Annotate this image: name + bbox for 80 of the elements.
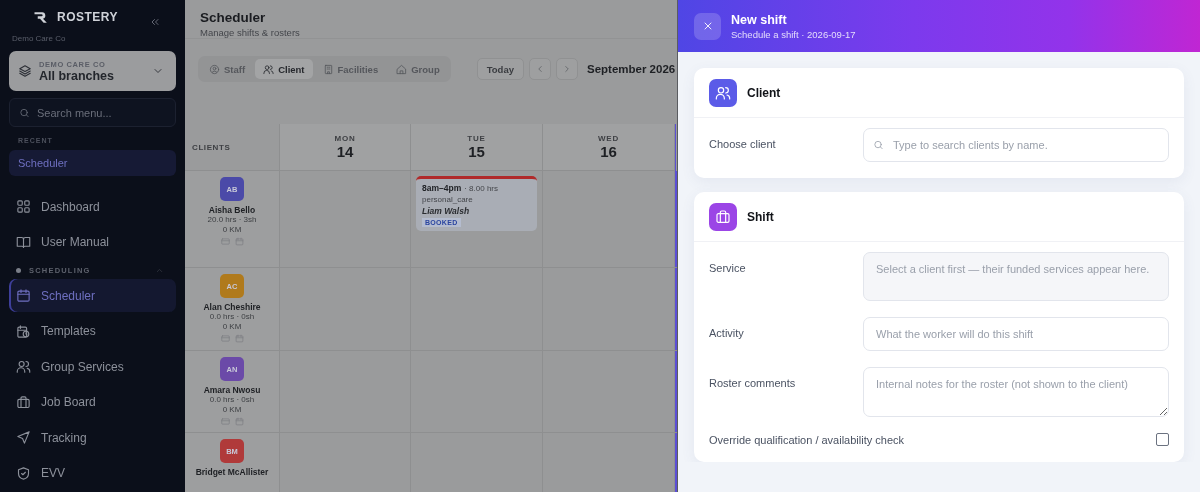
sidebar-item[interactable]: User Manual xyxy=(9,225,176,259)
date-number: 15 xyxy=(468,143,485,160)
field-label: Roster comments xyxy=(709,376,797,389)
page-title: Scheduler xyxy=(200,10,267,25)
weekday-label: WED xyxy=(597,134,620,143)
calendar-icon xyxy=(234,334,244,343)
house-icon xyxy=(396,63,408,75)
client-distance: 0 KM xyxy=(222,225,242,235)
card-title: Shift xyxy=(747,209,774,224)
client-name: Amara Nwosu xyxy=(203,385,261,395)
next-button[interactable] xyxy=(555,58,578,80)
date-number: 16 xyxy=(600,143,617,160)
people-icon xyxy=(709,78,737,107)
weekday-label: TUE xyxy=(467,134,486,143)
client-search-field[interactable]: Type to search clients by name. xyxy=(863,128,1169,162)
template-icon xyxy=(16,323,31,339)
weekday-label: MON xyxy=(334,134,356,143)
layers-icon xyxy=(18,64,32,78)
shift-worker: Liam Walsh xyxy=(422,206,470,216)
calendar-icon xyxy=(234,237,244,246)
bullet-dot xyxy=(16,267,21,273)
users-icon xyxy=(16,359,31,374)
shift-hours: · 8.00 hrs xyxy=(464,184,498,193)
send-icon xyxy=(16,430,31,445)
card-title: Client xyxy=(747,85,781,100)
card-icon xyxy=(220,417,230,426)
field-label: Override qualification / availability check xyxy=(709,433,905,446)
logo-icon xyxy=(33,10,49,24)
shift-time: 8am–4pm xyxy=(422,183,462,193)
sidebar-item[interactable]: Tracking xyxy=(9,421,176,454)
date-number: 14 xyxy=(336,143,354,160)
client-hours: 0.0 hrs · 0sh xyxy=(209,312,255,322)
client-hours: 0.0 hrs · 0sh xyxy=(209,395,255,405)
client-distance: 0 KM xyxy=(222,405,242,415)
branch-value: All branches xyxy=(39,68,116,83)
building-icon xyxy=(322,63,334,75)
brand-name: ROSTERY xyxy=(57,10,119,24)
override-checkbox[interactable] xyxy=(1156,433,1169,446)
sidebar-item[interactable]: Job Board xyxy=(9,385,176,419)
comments-field[interactable]: Internal notes for the roster (not shown to the client) xyxy=(863,367,1169,417)
today-button[interactable]: Today xyxy=(476,58,524,80)
page-subtitle: Manage shifts & rosters xyxy=(200,27,301,38)
shield-icon xyxy=(16,465,31,481)
person-circle-icon xyxy=(209,63,220,75)
field-label: Choose client xyxy=(709,137,777,150)
organization-name: Demo Care Co xyxy=(12,34,67,43)
collapse-sidebar-button[interactable] xyxy=(149,16,161,28)
sidebar-item[interactable]: Dashboard xyxy=(9,190,176,223)
calendar-icon xyxy=(16,288,31,303)
card-icon xyxy=(220,237,230,246)
view-tab[interactable]: Client xyxy=(255,59,313,79)
client-name: Bridget McAllister xyxy=(195,467,269,477)
sidebar-item[interactable]: Templates xyxy=(9,314,176,348)
recent-item[interactable]: Scheduler xyxy=(9,150,176,176)
field-label: Activity xyxy=(709,326,745,339)
sidebar-item[interactable]: EVV xyxy=(9,456,176,490)
grid-icon xyxy=(16,199,31,214)
shift-service: personal_care xyxy=(422,195,473,204)
briefcase-icon xyxy=(16,394,31,410)
double-chevron-icon xyxy=(149,16,161,28)
field-label: Service xyxy=(709,261,747,274)
close-button[interactable] xyxy=(694,12,721,40)
calendar-icon xyxy=(234,417,244,426)
book-icon xyxy=(16,234,31,250)
period-label: September 2026 xyxy=(586,63,676,75)
sidebar-item[interactable]: Scheduler xyxy=(9,279,176,312)
card-icon xyxy=(220,334,230,343)
column-heading: CLIENTS xyxy=(192,142,231,152)
briefcase-icon xyxy=(709,202,737,231)
drawer-subtitle: Schedule a shift · 2026-09-17 xyxy=(731,28,856,40)
activity-field[interactable]: What the worker will do this shift xyxy=(863,317,1169,351)
users-icon xyxy=(263,63,275,75)
sidebar-item[interactable]: Group Services xyxy=(9,350,176,383)
client-name: Aisha Bello xyxy=(208,205,256,215)
previous-button[interactable] xyxy=(528,58,551,80)
drawer-title: New shift xyxy=(731,12,788,27)
client-name: Alan Cheshire xyxy=(203,302,261,312)
client-distance: 0 KM xyxy=(222,322,242,332)
client-hours: 20.0 hrs · 3sh xyxy=(207,215,257,225)
menu-search-field[interactable]: Search menu... xyxy=(9,98,176,127)
